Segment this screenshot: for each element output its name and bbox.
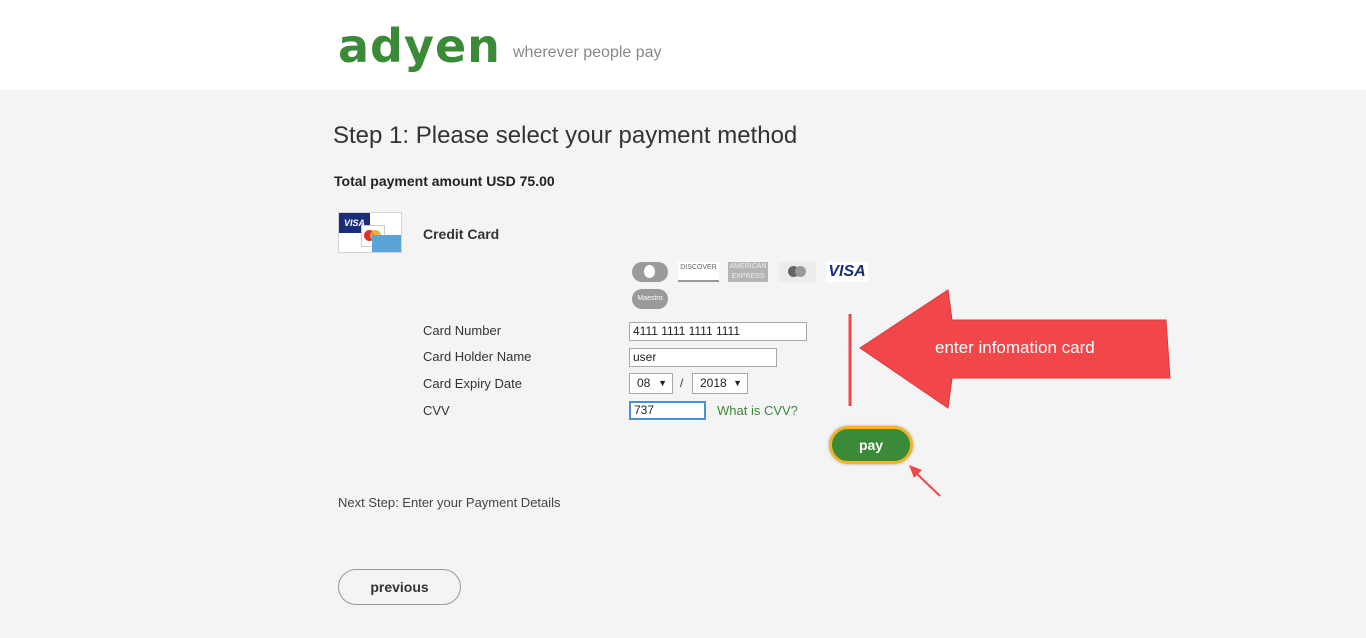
annotation-text: enter infomation card: [935, 338, 1095, 357]
small-arrow-line: [914, 471, 941, 497]
annotation-overlay: [848, 289, 1171, 497]
